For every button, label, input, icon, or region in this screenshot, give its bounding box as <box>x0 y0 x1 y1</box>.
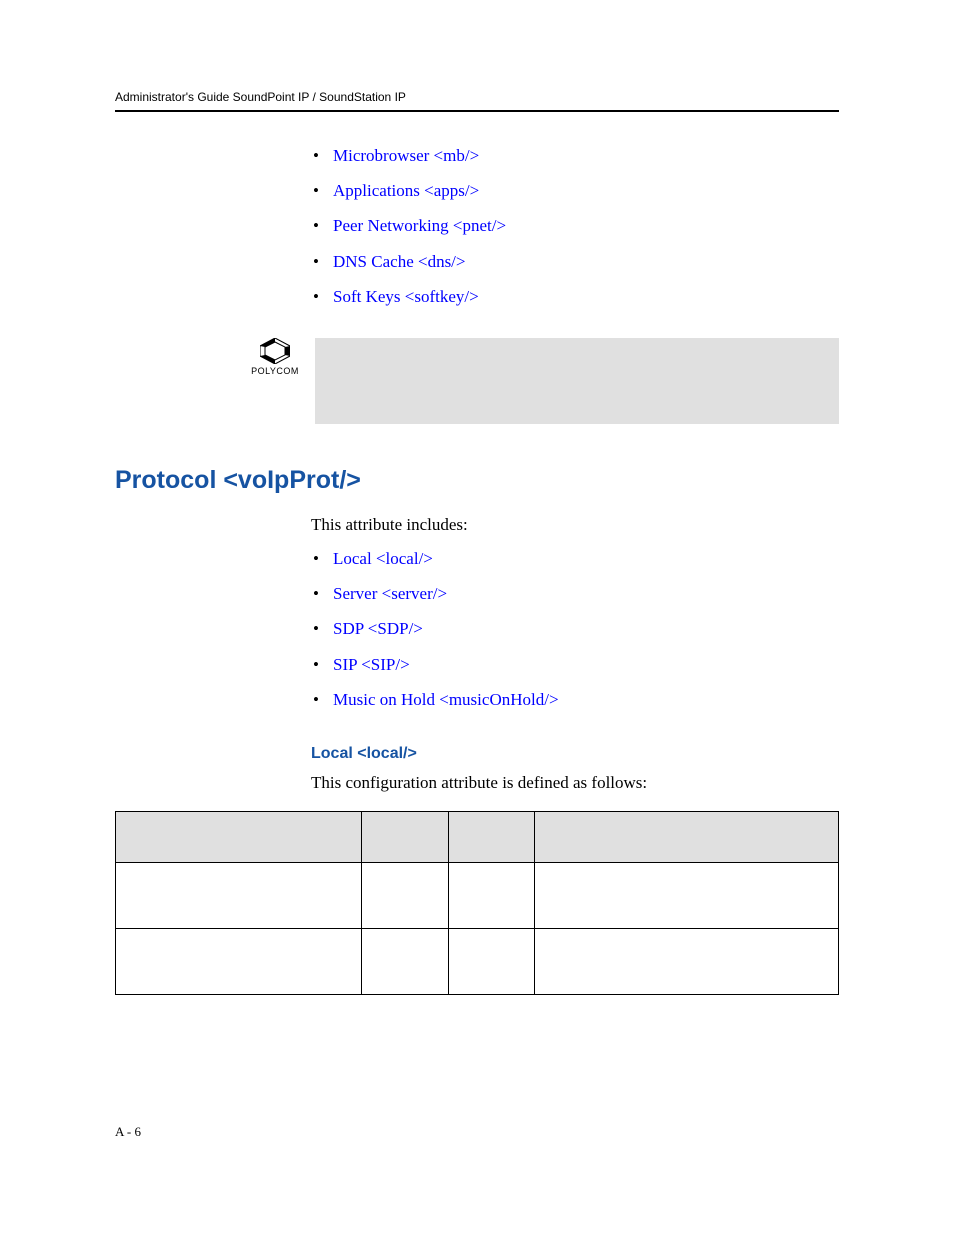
page: Administrator's Guide SoundPoint IP / So… <box>0 0 954 1235</box>
table-header <box>448 811 535 862</box>
note-body <box>315 338 839 424</box>
table-row <box>116 928 839 994</box>
list-item: Soft Keys <softkey/> <box>333 283 839 310</box>
list-item: Local <local/> <box>333 545 839 572</box>
list-item: SIP <SIP/> <box>333 651 839 678</box>
note-logo-cell: POLYCOM <box>115 338 315 376</box>
subheading-local: Local <local/> <box>115 745 839 763</box>
link-music-on-hold[interactable]: Music on Hold <musicOnHold/> <box>333 690 559 709</box>
sub-bullet-list: Local <local/> Server <server/> SDP <SDP… <box>115 545 839 713</box>
header-rule <box>115 110 839 112</box>
link-dns-cache[interactable]: DNS Cache <dns/> <box>333 252 466 271</box>
section-heading-protocol: Protocol <voIpProt/> <box>115 466 839 495</box>
link-local[interactable]: Local <local/> <box>333 549 433 568</box>
polycom-logo-icon <box>260 338 290 364</box>
table-header-row <box>116 811 839 862</box>
table-row <box>116 862 839 928</box>
list-item: Music on Hold <musicOnHold/> <box>333 686 839 713</box>
link-sip[interactable]: SIP <SIP/> <box>333 655 410 674</box>
link-applications[interactable]: Applications <apps/> <box>333 181 479 200</box>
table-cell <box>448 862 535 928</box>
table-cell <box>116 928 362 994</box>
table-cell <box>116 862 362 928</box>
link-soft-keys[interactable]: Soft Keys <softkey/> <box>333 287 479 306</box>
list-item: Applications <apps/> <box>333 177 839 204</box>
section-intro: This attribute includes: <box>115 515 839 535</box>
subheading-intro: This configuration attribute is defined … <box>115 773 839 793</box>
polycom-logo-text: POLYCOM <box>251 366 299 376</box>
table-cell <box>361 928 448 994</box>
link-sdp[interactable]: SDP <SDP/> <box>333 619 423 638</box>
table-header <box>116 811 362 862</box>
list-item: Microbrowser <mb/> <box>333 142 839 169</box>
note-block: POLYCOM <box>115 338 839 424</box>
link-server[interactable]: Server <server/> <box>333 584 447 603</box>
link-microbrowser[interactable]: Microbrowser <mb/> <box>333 146 479 165</box>
list-item: Server <server/> <box>333 580 839 607</box>
polycom-logo: POLYCOM <box>245 338 305 376</box>
list-item: Peer Networking <pnet/> <box>333 212 839 239</box>
config-table <box>115 811 839 995</box>
table-header <box>535 811 839 862</box>
list-item: SDP <SDP/> <box>333 615 839 642</box>
table-cell <box>535 928 839 994</box>
link-peer-networking[interactable]: Peer Networking <pnet/> <box>333 216 506 235</box>
table-cell <box>535 862 839 928</box>
table-cell <box>448 928 535 994</box>
top-bullet-list: Microbrowser <mb/> Applications <apps/> … <box>115 142 839 310</box>
list-item: DNS Cache <dns/> <box>333 248 839 275</box>
table-cell <box>361 862 448 928</box>
running-header: Administrator's Guide SoundPoint IP / So… <box>115 90 839 104</box>
table-header <box>361 811 448 862</box>
page-number: A - 6 <box>115 1124 141 1140</box>
